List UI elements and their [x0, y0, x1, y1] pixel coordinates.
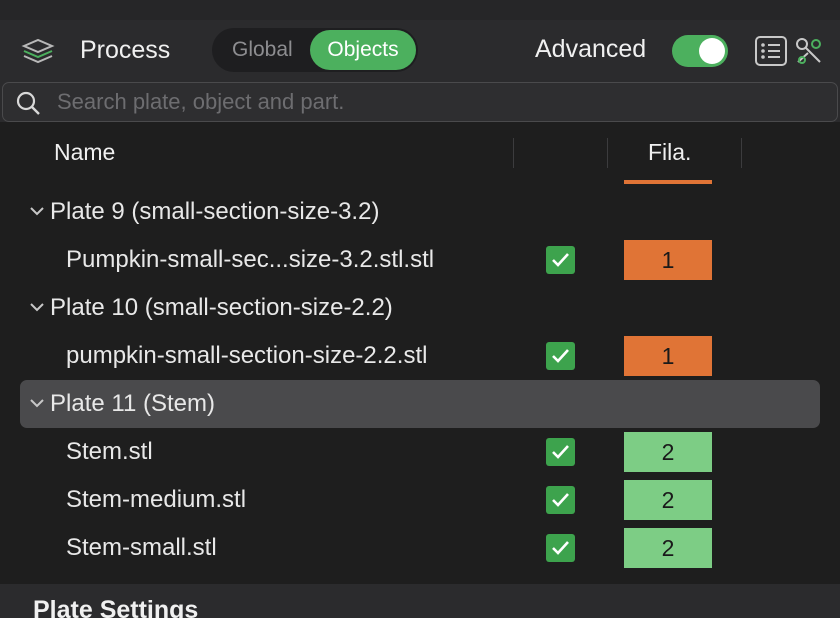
chevron-down-icon[interactable] [28, 202, 46, 220]
search-icon [15, 90, 41, 116]
filament-badge[interactable]: 1 [624, 336, 712, 376]
checkmark-icon [552, 349, 569, 363]
plate-label: Plate 9 (small-section-size-3.2) [50, 198, 380, 225]
plate-label: Plate 11 (Stem) [50, 390, 215, 417]
object-name: Stem-medium.stl [66, 486, 247, 513]
search-bar [2, 82, 838, 122]
plate-label: Plate 10 (small-section-size-2.2) [50, 294, 393, 321]
plate-row[interactable]: Plate 9 (small-section-size-3.2) [0, 188, 840, 236]
tools-icon[interactable] [794, 35, 824, 67]
advanced-label: Advanced [535, 35, 647, 63]
global-tab[interactable]: Global [232, 38, 293, 62]
objects-tab[interactable]: Objects [310, 30, 416, 70]
visible-checkbox[interactable] [546, 534, 575, 562]
object-row[interactable]: pumpkin-small-section-size-2.2.stl 1 [0, 332, 840, 380]
plate-settings-title: Plate Settings [33, 596, 199, 618]
visible-checkbox[interactable] [546, 246, 575, 274]
advanced-toggle[interactable] [672, 35, 728, 67]
panel-title: Process [80, 36, 171, 64]
checkmark-icon [552, 253, 569, 267]
window-top-strip [0, 0, 840, 20]
column-divider [607, 138, 608, 168]
filament-badge[interactable]: 2 [624, 528, 712, 568]
checkmark-icon [552, 493, 569, 507]
filament-badge[interactable]: 2 [624, 480, 712, 520]
object-name: Stem-small.stl [66, 534, 217, 561]
plate-row[interactable]: Plate 11 (Stem) [0, 380, 840, 428]
object-table: Pumpkin-medium-...size-2.2.stl.stl1Plate… [0, 122, 840, 584]
column-header-name[interactable]: Name [54, 139, 115, 166]
column-divider [513, 138, 514, 168]
toggle-knob [699, 38, 725, 64]
plate-settings-section: Plate Settings [0, 584, 840, 618]
filament-badge[interactable]: 1 [624, 240, 712, 280]
object-name: pumpkin-small-section-size-2.2.stl [66, 342, 428, 369]
object-name: Pumpkin-small-sec...size-3.2.stl.stl [66, 246, 435, 273]
visible-checkbox[interactable] [546, 486, 575, 514]
list-icon[interactable] [754, 35, 788, 67]
object-row[interactable]: Stem-medium.stl 2 [0, 476, 840, 524]
process-header: Process Global Objects Advanced [0, 20, 840, 82]
chevron-down-icon[interactable] [28, 394, 46, 412]
object-row[interactable]: Pumpkin-small-sec...size-3.2.stl.stl 1 [0, 236, 840, 284]
object-name: Stem.stl [66, 438, 153, 465]
chevron-down-icon[interactable] [28, 298, 46, 316]
object-row[interactable]: Stem.stl 2 [0, 428, 840, 476]
table-header: Name Fila. [0, 122, 840, 180]
checkmark-icon [552, 541, 569, 555]
checkmark-icon [552, 445, 569, 459]
search-input[interactable] [57, 83, 817, 121]
filament-badge[interactable]: 2 [624, 432, 712, 472]
visible-checkbox[interactable] [546, 342, 575, 370]
plate-row[interactable]: Plate 10 (small-section-size-2.2) [0, 284, 840, 332]
column-header-fila[interactable]: Fila. [648, 139, 691, 166]
layers-icon [20, 36, 56, 66]
visible-checkbox[interactable] [546, 438, 575, 466]
column-divider [741, 138, 742, 168]
object-row[interactable]: Stem-small.stl 2 [0, 524, 840, 572]
scope-segmented-control: Global Objects [212, 28, 418, 72]
